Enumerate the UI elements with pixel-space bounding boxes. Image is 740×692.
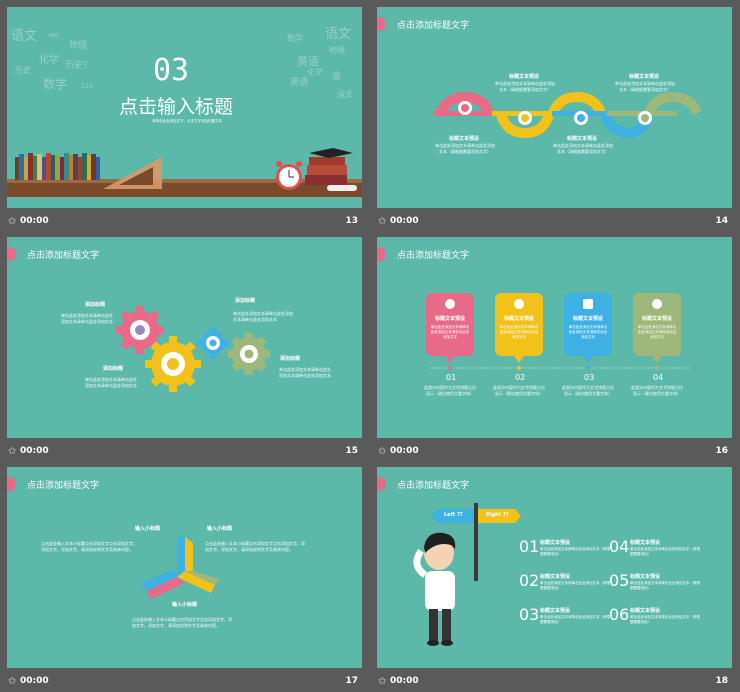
slide-footer: ✩ 00:00 17 xyxy=(7,672,362,692)
gear-desc: 单击此处添加文本请单击此处添加文本请单击此处添加文本 xyxy=(233,311,293,322)
item-desc: 单击此处添加文本请单击此处添加文本（请根据需要添加） xyxy=(630,615,700,624)
slide-footer: ✩ 00:00 14 xyxy=(377,212,732,232)
item-desc: 单击此处添加文本请单击此处添加文本（请根据需要添加） xyxy=(540,581,610,590)
slide-number: 15 xyxy=(345,446,358,456)
item-desc: 单击此处添加文本请单击此处添加文本（请根据需要添加） xyxy=(630,581,700,590)
item-number: 01 xyxy=(519,537,540,556)
gear-label: 添加标题 xyxy=(103,366,124,372)
step-desc: 此部分内容作为文字排版占位显示（建议使用主题字体） xyxy=(631,385,683,396)
timeline-title: 标题文本预设 xyxy=(509,74,540,80)
timeline-desc: 单击此处添加文本请单击此处添加文本（请根据需要添加文字） xyxy=(553,143,613,154)
triad-label: 输入小标题 xyxy=(207,526,233,532)
timeline-desc: 单击此处添加文本请单击此处添加文本（请根据需要添加文字） xyxy=(495,81,555,92)
slide-15-canvas: 点击添加标题文字 添加标题 单击此处添加文本请单击此处添加文本请单击此处添加文本… xyxy=(7,237,362,438)
gear-desc: 单击此处添加文本请单击此处添加文本请单击此处添加文本 xyxy=(61,313,113,324)
item-title: 标题文本预设 xyxy=(540,574,571,580)
item-desc: 单击此处添加文本请单击此处添加文本（请根据需要添加） xyxy=(540,615,610,624)
triad-desc: 点击此处输入文本小标题点击添加文字点击添加文字，添加文字。添加文字，请添加说明文… xyxy=(205,541,305,552)
slide-number: 17 xyxy=(345,676,358,686)
star-icon[interactable]: ✩ xyxy=(378,216,386,227)
slide-16-canvas: 点击添加标题文字 标题文本预设 单击此处添加文本请单击此处添加文本请单击此处添加… xyxy=(377,237,732,438)
slide-18-canvas: 点击添加标题文字 Left ?? Right ?? 01 标题文本预设 单击此处… xyxy=(377,467,732,668)
left-sign: Left ?? xyxy=(444,512,463,518)
desk-illustration xyxy=(7,148,362,197)
gear-label: 添加标题 xyxy=(280,356,301,362)
item-title: 标题文本预设 xyxy=(540,540,571,546)
star-icon[interactable]: ✩ xyxy=(8,216,16,227)
duration: 00:00 xyxy=(20,676,49,686)
slide-number: 14 xyxy=(715,216,728,226)
slide-13-canvas: 语文 ABC 物理 化学 历史？ 数学 123 英语 数学 语文 物理 化学 英… xyxy=(7,7,362,208)
triad-label: 输入小标题 xyxy=(172,602,198,608)
right-sign: Right ?? xyxy=(486,512,509,518)
timeline-desc: 单击此处添加文本请单击此处添加文本（请根据需要添加文字） xyxy=(435,143,495,154)
slide-footer: ✩ 00:00 16 xyxy=(377,442,732,462)
step-number: 04 xyxy=(653,373,664,382)
slide-17-canvas: 点击添加标题文字 输入小标题 输入小标题 输入小标题 点击此处输入文本小标题点击… xyxy=(7,467,362,668)
gears-diagram xyxy=(116,306,270,392)
gear-desc: 单击此处添加文本请单击此处添加文本请单击此处添加文本 xyxy=(85,377,137,388)
triad-diagram xyxy=(141,537,219,599)
duration: 00:00 xyxy=(20,216,49,226)
triad-label: 输入小标题 xyxy=(135,526,161,532)
triad-desc: 点击此处输入文本小标题点击添加文字点击添加文字，添加文字。添加文字，请添加说明文… xyxy=(41,541,137,552)
item-title: 标题文本预设 xyxy=(630,540,661,546)
star-icon[interactable]: ✩ xyxy=(8,676,16,687)
item-number: 06 xyxy=(609,605,630,624)
signpost-illustration xyxy=(413,503,521,646)
item-number: 04 xyxy=(609,537,630,556)
timeline-axis xyxy=(429,356,689,370)
step-desc: 此部分内容作为文字排版占位显示（建议使用主题字体） xyxy=(493,385,545,396)
timeline-chart xyxy=(433,91,702,139)
star-icon[interactable]: ✩ xyxy=(378,676,386,687)
slide-number: 16 xyxy=(715,446,728,456)
item-number: 02 xyxy=(519,571,540,590)
duration: 00:00 xyxy=(390,216,419,226)
gear-label: 添加标题 xyxy=(235,298,256,304)
timeline-desc: 单击此处添加文本请单击此处添加文本（请根据需要添加文字） xyxy=(615,81,675,92)
step-desc: 此部分内容作为文字排版占位显示（建议使用主题字体） xyxy=(562,385,614,396)
step-number: 02 xyxy=(515,373,526,382)
slide-footer: ✩ 00:00 15 xyxy=(7,442,362,462)
duration: 00:00 xyxy=(390,676,419,686)
gear-desc: 单击此处添加文本请单击此处添加文本请单击此处添加文本 xyxy=(279,367,331,378)
slide-number: 18 xyxy=(715,676,728,686)
duration: 00:00 xyxy=(390,446,419,456)
item-number: 03 xyxy=(519,605,540,624)
duration: 00:00 xyxy=(20,446,49,456)
timeline-title: 标题文本预设 xyxy=(449,136,480,142)
slide-14-canvas: 点击添加标题文字 标题文本预设 单击此处添加文本请单击此处添加文本（请根据需要添… xyxy=(377,7,732,208)
item-title: 标题文本预设 xyxy=(540,608,571,614)
item-title: 标题文本预设 xyxy=(630,574,661,580)
slide-footer: ✩ 00:00 18 xyxy=(377,672,732,692)
item-desc: 单击此处添加文本请单击此处添加文本（请根据需要添加） xyxy=(540,547,610,556)
item-desc: 单击此处添加文本请单击此处添加文本（请根据需要添加） xyxy=(630,547,700,556)
item-title: 标题文本预设 xyxy=(630,608,661,614)
item-number: 05 xyxy=(609,571,630,590)
timeline-title: 标题文本预设 xyxy=(629,74,660,80)
step-desc: 此部分内容作为文字排版占位显示（建议使用主题字体） xyxy=(424,385,476,396)
triad-desc: 点击此处输入文本小标题点击添加文字点击添加文字，添加文字。添加文字，请添加说明文… xyxy=(132,617,232,628)
step-number: 03 xyxy=(584,373,595,382)
step-number: 01 xyxy=(446,373,457,382)
gear-label: 添加标题 xyxy=(85,302,106,308)
star-icon[interactable]: ✩ xyxy=(8,446,16,457)
slide-number: 13 xyxy=(345,216,358,226)
star-icon[interactable]: ✩ xyxy=(378,446,386,457)
slide-footer: ✩ 00:00 13 xyxy=(7,212,362,232)
timeline-title: 标题文本预设 xyxy=(567,136,598,142)
